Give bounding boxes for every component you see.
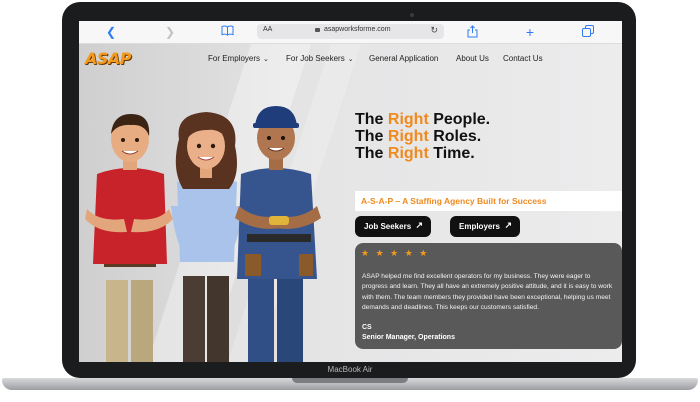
nav-general-application[interactable]: General Application — [369, 54, 438, 63]
tabs-icon[interactable] — [581, 25, 595, 39]
url-text[interactable]: asapworksforme.com — [324, 26, 391, 33]
chevron-down-icon: ⌄ — [263, 56, 269, 63]
device-label: MacBook Air — [327, 365, 373, 374]
headline-highlight: Right — [387, 145, 429, 162]
camera-icon — [410, 13, 414, 17]
arrow-up-right-icon: ↗ — [504, 220, 512, 230]
text-size-button[interactable]: AA — [263, 26, 272, 33]
forward-chevron-icon[interactable]: ❯ — [163, 25, 177, 39]
nav-for-employers[interactable]: For Employers ⌄ — [208, 54, 269, 63]
testimonial-author: CS — [362, 324, 372, 331]
asap-logo[interactable]: ASAP — [85, 49, 132, 68]
button-label: Job Seekers — [364, 222, 412, 231]
headline-text: The — [355, 128, 388, 145]
nav-about-us[interactable]: About Us — [456, 54, 489, 63]
rating-stars-icon: ★ ★ ★ ★ ★ — [361, 248, 430, 258]
nav-label: For Job Seekers — [286, 54, 345, 63]
chevron-down-icon: ⌄ — [347, 56, 354, 63]
tagline-banner: A-S-A-P – A Staffing Agency Built for Su… — [355, 191, 622, 211]
employers-button[interactable]: Employers ↗ — [450, 216, 520, 237]
nav-for-job-seekers[interactable]: For Job Seekers ⌄ — [286, 54, 354, 63]
lock-icon — [315, 28, 320, 32]
headline-text: Time. — [428, 145, 475, 162]
headline-text: Roles. — [428, 128, 482, 145]
headline-highlight: Right — [387, 111, 429, 128]
button-label: Employers — [459, 222, 500, 231]
headline-line: The Right Roles. — [355, 128, 615, 145]
worker-red-shirt — [85, 114, 173, 362]
website: ASAP For Employers ⌄ For Job Seekers ⌄ Gen… — [79, 44, 622, 362]
headline-text: People. — [428, 111, 491, 128]
headline-line: The Right Time. — [355, 145, 615, 162]
reload-icon[interactable]: ↻ — [430, 25, 438, 36]
share-icon[interactable] — [465, 25, 479, 39]
testimonial-card: ★ ★ ★ ★ ★ ASAP helped me find excellent … — [355, 243, 622, 349]
back-chevron-icon[interactable]: ❮ — [104, 25, 118, 39]
headline-line: The Right People. — [355, 111, 615, 128]
job-seekers-button[interactable]: Job Seekers ↗ — [355, 216, 431, 237]
headline-text: The — [355, 145, 388, 162]
laptop-notch — [292, 378, 408, 383]
worker-blue-blouse — [171, 112, 243, 362]
screen: ❮ ❯ AA asapworksforme.com ↻ + ASAP For E… — [79, 21, 622, 362]
new-tab-plus-icon[interactable]: + — [523, 25, 537, 39]
arrow-up-right-icon: ↗ — [415, 220, 423, 230]
worker-overalls — [235, 106, 321, 362]
testimonial-quote: ASAP helped me find excellent operators … — [362, 273, 613, 312]
browser-toolbar: ❮ ❯ AA asapworksforme.com ↻ + — [79, 21, 622, 44]
nav-contact-us[interactable]: Contact Us — [503, 54, 543, 63]
hero-workers-illustration — [85, 106, 321, 362]
testimonial-role: Senior Manager, Operations — [362, 334, 455, 341]
headline-text: The — [355, 111, 388, 128]
tagline-text: A-S-A-P – A Staffing Agency Built for Su… — [361, 196, 547, 206]
carousel-dots — [484, 353, 498, 362]
address-bar[interactable]: AA asapworksforme.com ↻ — [257, 24, 444, 39]
nav-label: For Employers — [208, 54, 261, 63]
headline-highlight: Right — [387, 128, 429, 145]
book-icon[interactable] — [220, 25, 234, 39]
